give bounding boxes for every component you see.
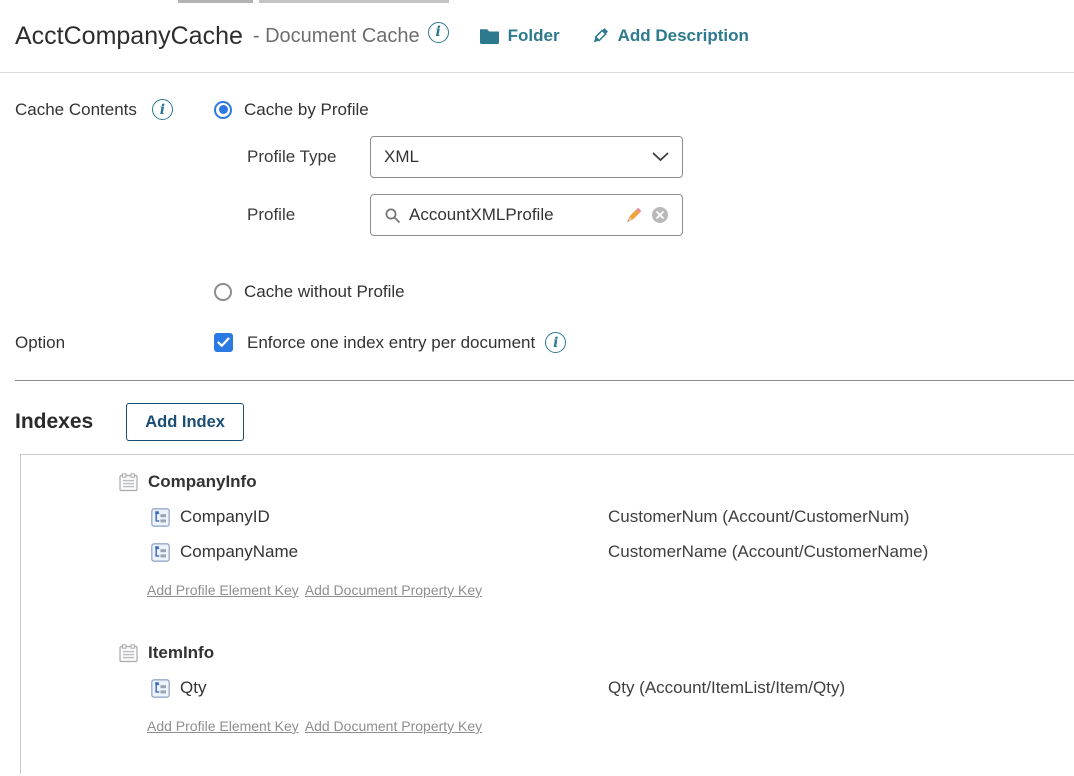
index-group-icon (118, 643, 139, 664)
index-key-value: CustomerName (Account/CustomerName) (608, 542, 1074, 562)
profile-type-value: XML (384, 147, 419, 167)
info-icon[interactable]: i (428, 22, 449, 43)
folder-button[interactable]: Folder (479, 26, 560, 46)
profile-row: Profile AccountXMLProfile (247, 194, 1074, 236)
add-document-property-key-link[interactable]: Add Document Property Key (305, 718, 482, 734)
index-key-row[interactable]: CompanyID CustomerNum (Account/CustomerN… (21, 504, 1074, 530)
component-header: AcctCompanyCache - Document Cache i Fold… (0, 0, 1074, 73)
profile-label: Profile (247, 205, 370, 225)
add-index-button[interactable]: Add Index (126, 403, 244, 441)
index-actions-row: Add Profile Element Key Add Document Pro… (21, 718, 1074, 734)
profile-type-label: Profile Type (247, 147, 370, 167)
top-tab-remnant-left (178, 0, 253, 3)
index-list: CompanyInfo CompanyID CustomerNum (Accou… (20, 454, 1074, 774)
enforce-one-index-label: Enforce one index entry per document (247, 333, 535, 353)
enforce-one-index-checkbox[interactable] (214, 333, 233, 352)
add-profile-element-key-link[interactable]: Add Profile Element Key (147, 582, 299, 598)
profile-type-row: Profile Type XML (247, 136, 1074, 178)
index-group-row[interactable]: CompanyInfo (21, 469, 1074, 495)
add-profile-element-key-link[interactable]: Add Profile Element Key (147, 718, 299, 734)
chevron-down-icon (652, 152, 669, 162)
page-title: AcctCompanyCache (15, 22, 243, 51)
cache-by-profile-radio[interactable] (214, 101, 232, 119)
index-group-name: ItemInfo (148, 643, 214, 663)
index-group-name: CompanyInfo (148, 472, 257, 492)
index-group-row[interactable]: ItemInfo (21, 640, 1074, 666)
search-icon (384, 207, 401, 224)
indexes-heading: Indexes (15, 410, 93, 434)
index-key-row[interactable]: Qty Qty (Account/ItemList/Item/Qty) (21, 675, 1074, 701)
cache-contents-row: Cache Contents i Cache by Profile (0, 99, 1074, 120)
element-key-icon (151, 679, 170, 698)
cache-by-profile-label: Cache by Profile (244, 100, 369, 120)
index-group-icon (118, 472, 139, 493)
cache-contents-label: Cache Contents (15, 100, 137, 120)
profile-value: AccountXMLProfile (409, 205, 616, 225)
option-row: Option Enforce one index entry per docum… (0, 332, 1074, 353)
add-description-button[interactable]: Add Description (590, 26, 749, 46)
cache-settings-form: Cache Contents i Cache by Profile Profil… (0, 73, 1074, 381)
cache-without-profile-radio-group[interactable]: Cache without Profile (214, 282, 1074, 302)
add-document-property-key-link[interactable]: Add Document Property Key (305, 582, 482, 598)
index-key-row[interactable]: CompanyName CustomerName (Account/Custom… (21, 539, 1074, 565)
info-icon[interactable]: i (545, 332, 566, 353)
add-description-label: Add Description (618, 26, 749, 46)
info-icon[interactable]: i (152, 99, 173, 120)
top-tab-remnant-right (259, 0, 449, 3)
section-divider (15, 380, 1074, 381)
index-actions-row: Add Profile Element Key Add Document Pro… (21, 582, 1074, 598)
edit-pencil-icon[interactable] (624, 206, 643, 225)
index-key-value: Qty (Account/ItemList/Item/Qty) (608, 678, 1074, 698)
cache-without-profile-label: Cache without Profile (244, 282, 405, 302)
option-label: Option (15, 333, 214, 353)
profile-type-select[interactable]: XML (370, 136, 683, 178)
clear-icon[interactable] (651, 206, 669, 224)
indexes-header: Indexes Add Index (0, 403, 1074, 441)
profile-input[interactable]: AccountXMLProfile (370, 194, 683, 236)
index-key-name: CompanyName (180, 542, 298, 562)
element-key-icon (151, 508, 170, 527)
element-key-icon (151, 543, 170, 562)
folder-icon (479, 27, 500, 45)
index-key-name: CompanyID (180, 507, 270, 527)
component-type-label: - Document Cache (253, 25, 420, 48)
index-key-value: CustomerNum (Account/CustomerNum) (608, 507, 1074, 527)
cache-by-profile-radio-group[interactable]: Cache by Profile (214, 100, 369, 120)
folder-label: Folder (508, 26, 560, 46)
index-key-name: Qty (180, 678, 206, 698)
cache-without-profile-radio[interactable] (214, 283, 232, 301)
pencil-icon (590, 26, 610, 46)
